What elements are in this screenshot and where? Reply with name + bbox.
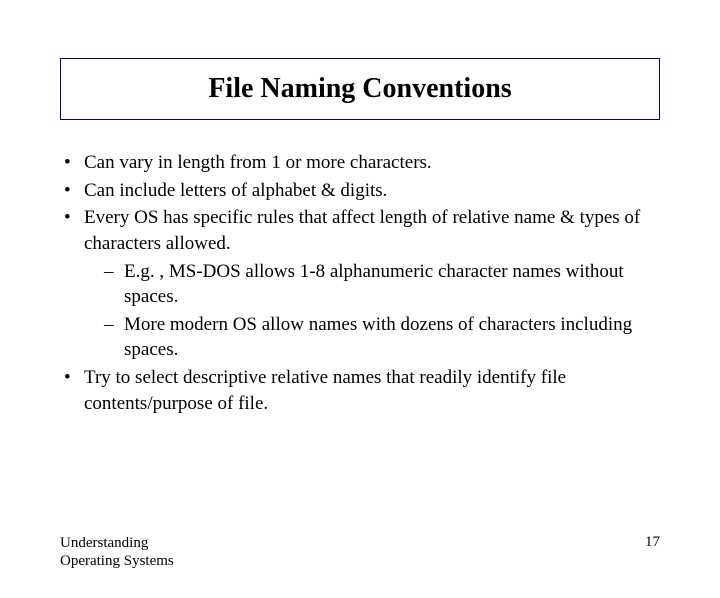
bullet-list: Can vary in length from 1 or more charac… <box>60 150 660 416</box>
sub-item: E.g. , MS-DOS allows 1-8 alphanumeric ch… <box>102 259 660 310</box>
bullet-item: Can vary in length from 1 or more charac… <box>60 150 660 176</box>
page-number: 17 <box>645 534 660 551</box>
title-box: File Naming Conventions <box>60 58 660 120</box>
bullet-item: Can include letters of alphabet & digits… <box>60 178 660 204</box>
sub-item: More modern OS allow names with dozens o… <box>102 312 660 363</box>
sub-list: E.g. , MS-DOS allows 1-8 alphanumeric ch… <box>84 259 660 364</box>
bullet-text: Can include letters of alphabet & digits… <box>84 180 387 201</box>
bullet-item: Try to select descriptive relative names… <box>60 365 660 416</box>
footer: Understanding Operating Systems 17 <box>60 534 660 570</box>
slide-title: File Naming Conventions <box>61 73 659 105</box>
footer-line: Operating Systems <box>60 552 174 570</box>
bullet-text: Try to select descriptive relative names… <box>84 367 566 414</box>
sub-text: More modern OS allow names with dozens o… <box>124 314 632 361</box>
bullet-text: Every OS has specific rules that affect … <box>84 207 640 254</box>
sub-text: E.g. , MS-DOS allows 1-8 alphanumeric ch… <box>124 261 624 308</box>
bullet-text: Can vary in length from 1 or more charac… <box>84 152 432 173</box>
footer-source: Understanding Operating Systems <box>60 534 174 570</box>
footer-line: Understanding <box>60 534 174 552</box>
slide-content: Can vary in length from 1 or more charac… <box>60 150 660 416</box>
bullet-item: Every OS has specific rules that affect … <box>60 205 660 363</box>
